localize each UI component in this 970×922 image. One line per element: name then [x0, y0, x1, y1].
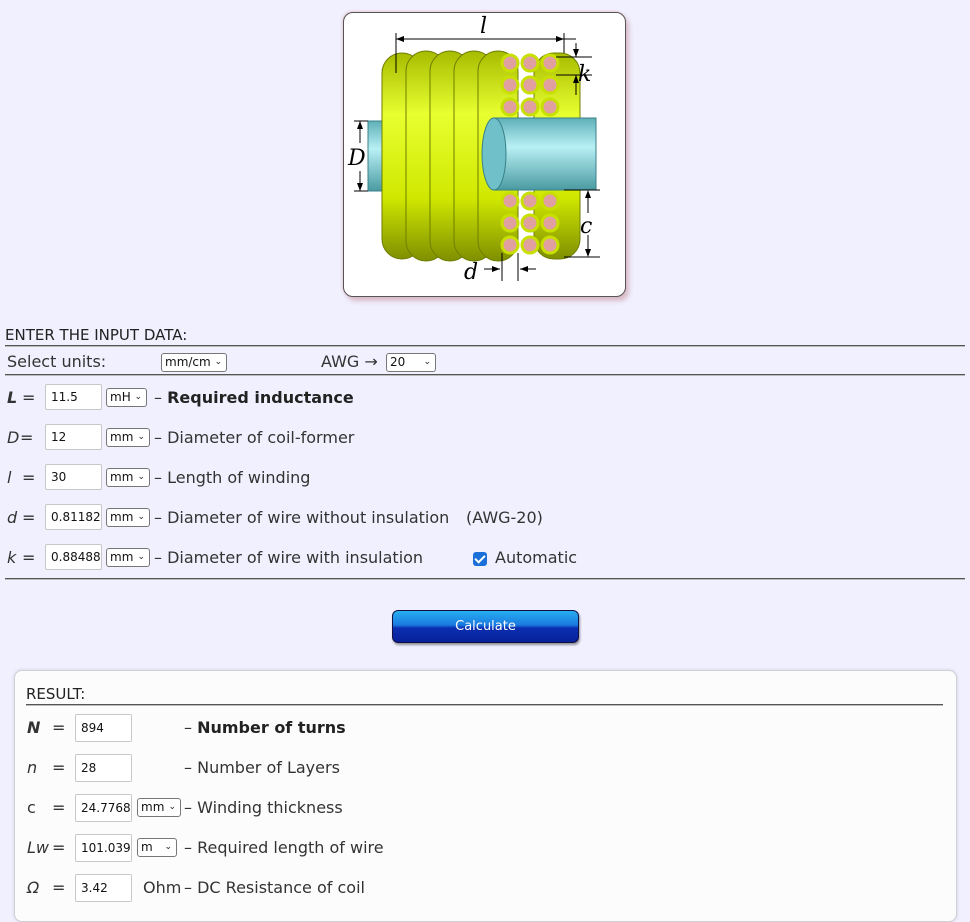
wire-length-output[interactable]: 101.039 — [75, 834, 132, 862]
divider — [5, 345, 965, 347]
former-diameter-unit-value: mm — [110, 430, 134, 444]
equals-sign: = — [22, 508, 36, 527]
symbol-l: l — [7, 468, 12, 487]
turns-output[interactable]: 894 — [75, 714, 132, 742]
units-select[interactable]: mm/cm ⌄ — [161, 353, 227, 372]
chevron-down-icon: ⌄ — [137, 552, 145, 562]
equals-sign: = — [52, 838, 66, 857]
former-diameter-unit-select[interactable]: mm ⌄ — [106, 428, 150, 447]
result-section-title: RESULT: — [26, 685, 86, 703]
chevron-down-icon: ⌄ — [164, 842, 172, 852]
resistance-output[interactable]: 3.42 — [75, 874, 132, 902]
wire-length-unit-select[interactable]: m ⌄ — [137, 838, 177, 857]
input-section-title: ENTER THE INPUT DATA: — [5, 326, 188, 344]
symbol-L: L — [7, 388, 18, 407]
winding-length-description: – Length of winding — [154, 468, 311, 487]
winding-thickness-unit-select[interactable]: mm ⌄ — [137, 798, 181, 817]
symbol-omega: Ω — [27, 878, 40, 897]
winding-length-unit-value: mm — [110, 470, 134, 484]
wire-diameter-input[interactable]: 0.81182 — [45, 504, 102, 530]
turns-description: – Number of turns — [184, 718, 346, 737]
label-k: k — [578, 62, 591, 87]
divider — [5, 374, 965, 376]
layers-description: – Number of Layers — [184, 758, 340, 777]
former-diameter-description: – Diameter of coil-former — [154, 428, 355, 447]
units-select-value: mm/cm — [165, 355, 211, 369]
coil-illustration: l k D c d — [347, 14, 600, 285]
symbol-k: k — [7, 548, 17, 567]
symbol-D: D — [7, 428, 20, 447]
layers-output[interactable]: 28 — [75, 754, 132, 782]
awg-indicator: (AWG-20) — [466, 508, 543, 527]
insulated-wire-diameter-description: – Diameter of wire with insulation — [154, 548, 424, 567]
wire-diameter-description: – Diameter of wire without insulation — [154, 508, 450, 527]
inductance-unit-select[interactable]: mH ⌄ — [106, 388, 147, 407]
automatic-label: Automatic — [495, 548, 578, 567]
wire-diameter-unit-select[interactable]: mm ⌄ — [106, 508, 150, 527]
chevron-down-icon: ⌄ — [134, 392, 142, 402]
divider — [26, 704, 943, 706]
wire-length-unit-value: m — [141, 840, 153, 854]
equals-sign: = — [52, 718, 66, 737]
equals-sign: = — [52, 798, 66, 817]
label-l: l — [480, 14, 487, 39]
chevron-down-icon: ⌄ — [137, 512, 145, 522]
label-c: c — [580, 214, 592, 239]
select-units-label: Select units: — [7, 352, 107, 371]
insulated-wire-diameter-unit-select[interactable]: mm ⌄ — [106, 548, 150, 567]
inductance-input[interactable]: 11.5 — [45, 384, 102, 410]
wire-diameter-unit-value: mm — [110, 510, 134, 524]
chevron-down-icon: ⌄ — [137, 432, 145, 442]
chevron-down-icon: ⌄ — [423, 357, 431, 367]
chevron-down-icon: ⌄ — [214, 357, 222, 367]
symbol-n: n — [27, 758, 38, 777]
coil-diagram: l k D c d — [343, 12, 626, 297]
divider — [5, 578, 965, 580]
equals-sign: = — [20, 428, 34, 447]
equals-sign: = — [22, 388, 36, 407]
label-d: d — [464, 260, 478, 285]
winding-length-unit-select[interactable]: mm ⌄ — [106, 468, 150, 487]
equals-sign: = — [22, 548, 36, 567]
resistance-unit-label: Ohm — [143, 878, 182, 897]
equals-sign: = — [52, 878, 66, 897]
equals-sign: = — [22, 468, 36, 487]
chevron-down-icon: ⌄ — [168, 802, 176, 812]
symbol-c: c — [27, 798, 36, 817]
inductance-unit-value: mH — [110, 390, 131, 404]
symbol-N: N — [27, 718, 41, 737]
resistance-description: – DC Resistance of coil — [184, 878, 365, 897]
winding-length-input[interactable]: 30 — [45, 464, 102, 490]
chevron-down-icon: ⌄ — [137, 472, 145, 482]
symbol-d: d — [7, 508, 18, 527]
awg-select-value: 20 — [390, 355, 406, 369]
wire-length-description: – Required length of wire — [184, 838, 384, 857]
former-diameter-input[interactable]: 12 — [45, 424, 102, 450]
awg-label: AWG → — [321, 352, 378, 371]
insulated-wire-diameter-input[interactable]: 0.88488 — [45, 544, 102, 570]
calculate-button[interactable]: Calculate — [392, 610, 579, 643]
winding-thickness-description: – Winding thickness — [184, 798, 343, 817]
awg-select[interactable]: 20 ⌄ — [386, 353, 436, 372]
symbol-Lw: Lw — [27, 838, 49, 857]
label-D: D — [347, 146, 366, 171]
inductance-description: – Required inductance — [154, 388, 354, 407]
insulated-wire-diameter-unit-value: mm — [110, 550, 134, 564]
automatic-checkbox[interactable] — [473, 552, 487, 566]
winding-thickness-output[interactable]: 24.7768 — [75, 794, 132, 822]
winding-thickness-unit-value: mm — [141, 800, 165, 814]
equals-sign: = — [52, 758, 66, 777]
